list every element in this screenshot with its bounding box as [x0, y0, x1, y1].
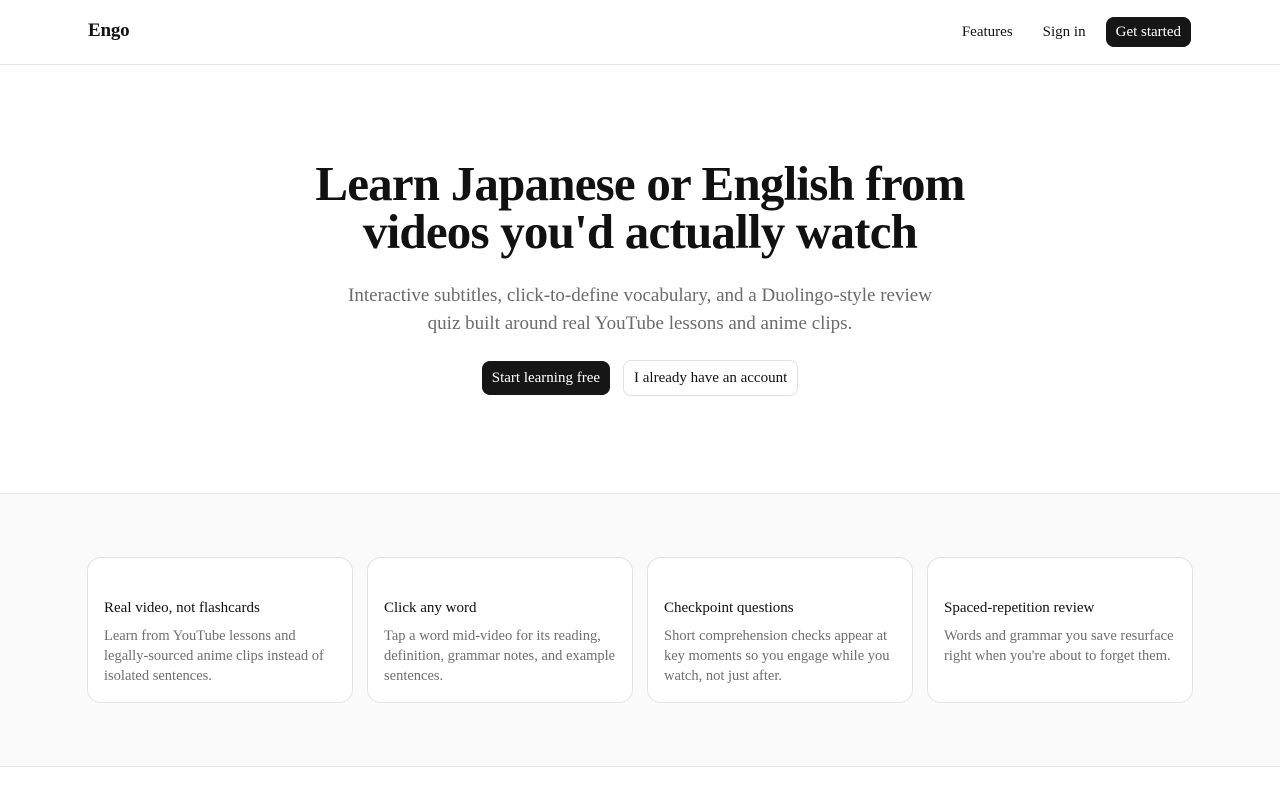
hero-subtitle-line-1: Interactive subtitles, click-to-define v… [348, 285, 932, 306]
feature-card-description: Tap a word mid-video for its reading, de… [384, 628, 616, 684]
existing-account-button[interactable]: I already have an account [623, 360, 799, 396]
hero-subtitle-line-2: quiz built around real YouTube lessons a… [427, 313, 853, 334]
feature-card-description: Words and grammar you save resurface rig… [944, 628, 1174, 664]
brand-logo-text[interactable]: Engo [88, 20, 130, 42]
top-navigation-bar: Engo Features Sign in Get started [0, 0, 1280, 65]
hero-title: Learn Japanese or English from videos yo… [0, 159, 1280, 259]
feature-card-description: Short comprehension checks appear at key… [664, 628, 890, 684]
feature-card-title: Click any word [384, 600, 477, 616]
nav-link-sign-in[interactable]: Sign in [1043, 17, 1086, 47]
hero-subtitle: Interactive subtitles, click-to-define v… [340, 282, 940, 338]
main-nav: Features Sign in Get started [962, 17, 1191, 47]
hero-actions: Start learning free I already have an ac… [0, 360, 1280, 396]
start-learning-button[interactable]: Start learning free [481, 361, 611, 395]
feature-card-title: Spaced-repetition review [944, 600, 1095, 616]
hero-title-line-1: Learn Japanese or English from [315, 156, 965, 211]
feature-card-checkpoint: Checkpoint questions Short comprehension… [647, 557, 913, 703]
feature-card-spaced-repetition: Spaced-repetition review Words and gramm… [927, 557, 1193, 703]
page-bottom-area [0, 767, 1280, 800]
nav-link-features[interactable]: Features [962, 17, 1013, 47]
feature-card-description: Learn from YouTube lessons and legally-s… [104, 628, 324, 684]
hero-section: Learn Japanese or English from videos yo… [0, 65, 1280, 493]
feature-card-title: Checkpoint questions [664, 600, 794, 616]
feature-card-title: Real video, not flashcards [104, 600, 260, 616]
feature-card-click-word: Click any word Tap a word mid-video for … [367, 557, 633, 703]
features-section: Real video, not flashcards Learn from Yo… [0, 493, 1280, 767]
get-started-button[interactable]: Get started [1105, 17, 1191, 47]
feature-card-real-video: Real video, not flashcards Learn from Yo… [87, 557, 353, 703]
hero-title-line-2: videos you'd actually watch [362, 204, 918, 259]
feature-cards: Real video, not flashcards Learn from Yo… [87, 557, 1193, 703]
